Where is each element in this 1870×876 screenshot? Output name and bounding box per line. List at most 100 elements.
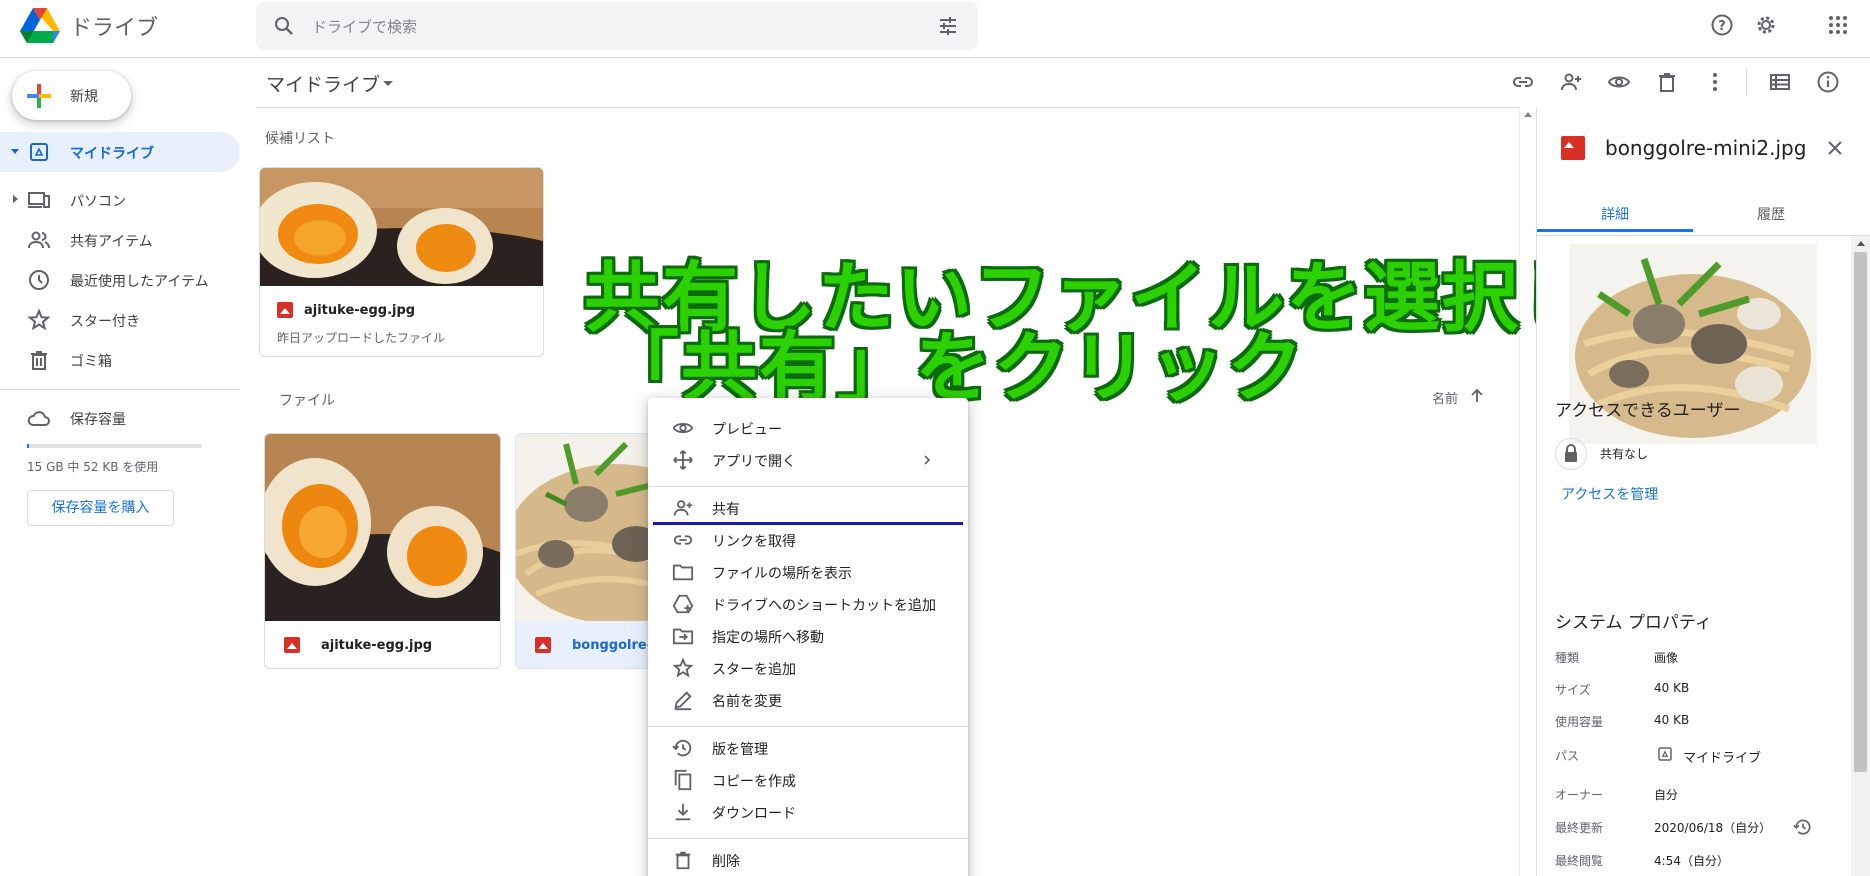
history-icon[interactable]	[1793, 817, 1813, 837]
property-key: オーナー	[1555, 788, 1604, 802]
property-row-size: サイズ 40 KB	[1537, 681, 1837, 699]
menu-item-label: プレビュー	[712, 422, 782, 438]
preview-eye-icon[interactable]	[1607, 70, 1631, 94]
arrow-up-icon[interactable]	[1468, 387, 1486, 405]
sidebar-item-starred[interactable]: スター付き	[0, 300, 240, 340]
sidebar-item-label: 共有アイテム	[70, 234, 153, 250]
plus-icon	[26, 83, 52, 109]
clock-icon	[27, 268, 51, 292]
property-value: 40 KB	[1654, 713, 1690, 727]
sidebar-item-shared[interactable]: 共有アイテム	[0, 220, 240, 260]
computer-icon	[27, 188, 51, 212]
info-icon[interactable]	[1816, 70, 1840, 94]
download-icon	[672, 801, 694, 823]
menu-item-add-star[interactable]: スターを追加	[648, 652, 968, 684]
tab-label: 履歴	[1757, 207, 1785, 223]
pencil-icon	[672, 689, 694, 711]
scrollbar-thumb[interactable]	[1854, 252, 1867, 772]
menu-item-share[interactable]: 共有	[648, 492, 968, 524]
main-scrollbar[interactable]	[1519, 108, 1536, 876]
menu-item-rename[interactable]: 名前を変更	[648, 684, 968, 716]
details-panel: bonggolre-mini2.jpg 詳細 履歴 アクセスできるユーザー 共有…	[1536, 108, 1870, 876]
apps-grid-icon[interactable]	[1826, 13, 1850, 37]
storage-usage-text: 15 GB 中 52 KB を使用	[27, 460, 159, 474]
star-icon	[672, 657, 694, 679]
close-icon[interactable]	[1825, 138, 1845, 158]
more-vert-icon[interactable]	[1703, 70, 1727, 94]
menu-item-download[interactable]: ダウンロード	[648, 796, 968, 828]
details-scrollbar[interactable]	[1851, 236, 1870, 876]
tab-activity[interactable]: 履歴	[1693, 192, 1849, 232]
sort-label: 名前	[1432, 392, 1459, 407]
property-value: 4:54（自分）	[1654, 854, 1729, 868]
eye-icon	[672, 417, 694, 439]
menu-item-add-shortcut[interactable]: ドライブへのショートカットを追加	[648, 588, 968, 620]
copy-icon	[672, 769, 694, 791]
search-options-icon[interactable]	[936, 14, 960, 38]
get-link-icon[interactable]	[1511, 70, 1535, 94]
storage-progress-bar	[27, 444, 202, 448]
sidebar-item-recent[interactable]: 最近使用したアイテム	[0, 260, 240, 300]
property-value: 画像	[1654, 651, 1679, 665]
menu-item-get-link[interactable]: リンクを取得	[648, 524, 968, 556]
image-file-icon	[284, 637, 300, 653]
list-view-icon[interactable]	[1768, 70, 1792, 94]
suggested-file-card[interactable]: ajituke-egg.jpg 昨日アップロードしたファイル	[259, 167, 544, 357]
suggested-file-sub: 昨日アップロードしたファイル	[277, 331, 446, 345]
sort-name-button[interactable]: 名前	[1432, 388, 1458, 407]
search-bar[interactable]: ドライブで検索	[256, 2, 978, 50]
search-input[interactable]: ドライブで検索	[312, 16, 417, 37]
image-file-icon	[535, 637, 551, 653]
menu-item-manage-versions[interactable]: 版を管理	[648, 732, 968, 764]
caret-down-icon[interactable]	[10, 146, 20, 156]
delete-icon[interactable]	[1655, 70, 1679, 94]
tab-active-indicator	[1537, 229, 1693, 232]
chevron-down-icon[interactable]	[382, 78, 394, 88]
people-icon	[27, 228, 51, 252]
menu-item-label: 共有	[712, 502, 740, 518]
property-key: 使用容量	[1555, 715, 1604, 729]
caret-right-icon[interactable]	[10, 194, 20, 204]
drive-logo-icon[interactable]	[20, 8, 60, 44]
buy-storage-button[interactable]: 保存容量を購入	[27, 490, 174, 526]
menu-divider	[648, 726, 968, 727]
new-button[interactable]: 新規	[12, 71, 131, 120]
sidebar-item-label: パソコン	[70, 194, 126, 210]
help-icon[interactable]: ?	[1710, 13, 1734, 37]
settings-icon[interactable]	[1754, 13, 1778, 37]
menu-item-open-with[interactable]: アプリで開く	[648, 444, 968, 476]
search-icon[interactable]	[272, 14, 296, 38]
menu-divider	[648, 486, 968, 487]
menu-item-make-copy[interactable]: コピーを作成	[648, 764, 968, 796]
property-row-opened: 最終閲覧 4:54（自分）	[1537, 852, 1837, 870]
suggested-file-name: ajituke-egg.jpg	[304, 303, 416, 318]
move-folder-icon	[672, 625, 694, 647]
sidebar-item-storage[interactable]: 保存容量	[0, 398, 240, 438]
menu-item-move[interactable]: 指定の場所へ移動	[648, 620, 968, 652]
my-drive-icon	[27, 140, 51, 164]
property-key: 種類	[1555, 651, 1580, 665]
sidebar-item-computers[interactable]: パソコン	[0, 180, 240, 220]
lock-icon	[1555, 438, 1587, 470]
toolbar-divider	[1746, 68, 1747, 96]
tabs-divider	[1537, 235, 1870, 236]
menu-item-preview[interactable]: プレビュー	[648, 412, 968, 444]
menu-item-label: リンクを取得	[712, 534, 796, 550]
menu-item-show-location[interactable]: ファイルの場所を表示	[648, 556, 968, 588]
sidebar-item-label: 最近使用したアイテム	[70, 274, 209, 290]
cloud-icon	[27, 406, 51, 430]
manage-access-link[interactable]: アクセスを管理	[1561, 484, 1658, 504]
menu-item-delete[interactable]: 削除	[648, 844, 968, 876]
location-chip[interactable]: マイドライブ	[1683, 747, 1761, 766]
sidebar-item-trash[interactable]: ゴミ箱	[0, 340, 240, 380]
sidebar-item-my-drive[interactable]: マイドライブ	[0, 132, 240, 172]
add-person-icon	[672, 497, 694, 519]
file-card[interactable]: ajituke-egg.jpg	[264, 433, 501, 669]
menu-divider	[648, 838, 968, 839]
breadcrumb[interactable]: マイドライブ	[266, 70, 380, 97]
menu-item-label: コピーを作成	[712, 774, 796, 790]
share-icon[interactable]	[1559, 70, 1583, 94]
tab-details[interactable]: 詳細	[1537, 192, 1693, 232]
menu-item-label: アプリで開く	[712, 454, 796, 470]
history-icon	[672, 737, 694, 759]
